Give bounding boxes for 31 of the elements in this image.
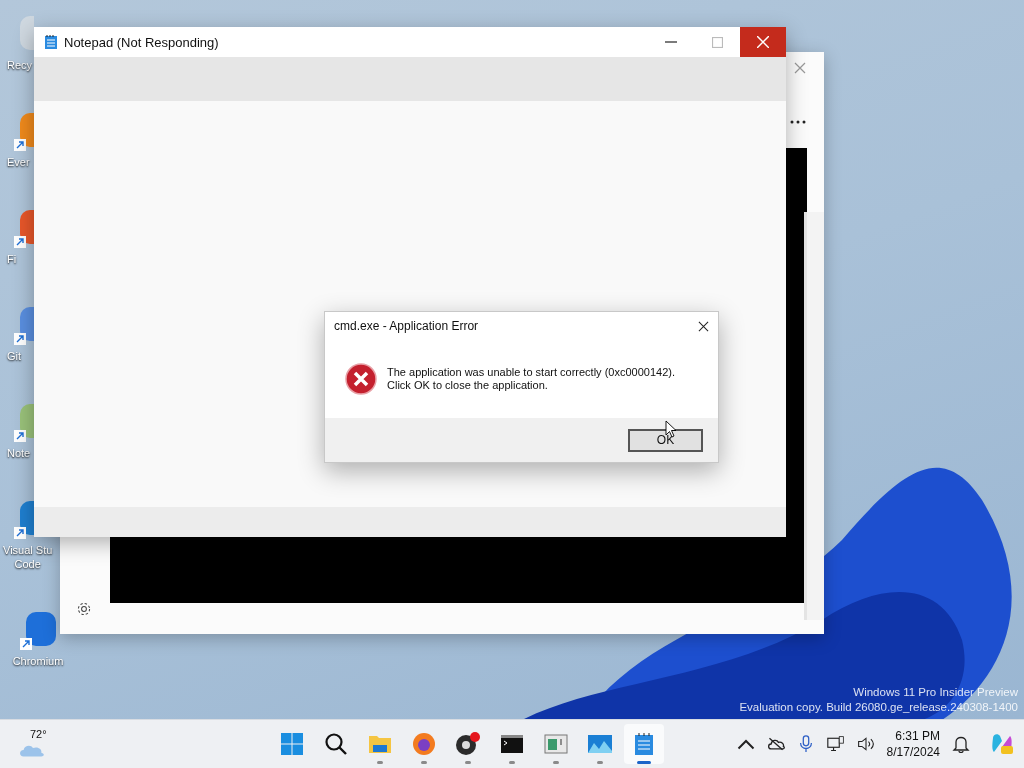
- close-icon: [757, 36, 769, 48]
- dialog-title: cmd.exe - Application Error: [334, 319, 479, 333]
- error-icon: [345, 363, 377, 395]
- desktop-icon-label[interactable]: Chromium: [12, 654, 64, 668]
- notepad-icon: [44, 34, 58, 50]
- settings-icon[interactable]: [76, 601, 92, 617]
- desktop-icon-label[interactable]: Fi: [7, 252, 17, 266]
- speaker-icon[interactable]: [856, 735, 875, 753]
- watermark-text: Windows 11 Pro Insider Preview: [853, 685, 1018, 700]
- desktop-icon-label[interactable]: Ever: [7, 155, 30, 169]
- more-icon[interactable]: [790, 120, 806, 124]
- scrollbar[interactable]: [804, 212, 824, 620]
- error-message: The application was unable to start correctly (0xc0000142). Click OK to close the application.: [387, 366, 675, 392]
- close-button[interactable]: [740, 27, 786, 57]
- maximize-icon: [711, 36, 723, 48]
- clock-time[interactable]: 6:31 PM: [895, 728, 940, 744]
- network-icon[interactable]: [826, 735, 845, 753]
- desktop-icon-label[interactable]: Visual Stu Code: [3, 543, 53, 571]
- ok-button[interactable]: OK: [628, 428, 703, 452]
- temperature-text[interactable]: 72°: [30, 728, 47, 740]
- desktop-icon-label[interactable]: Note: [7, 446, 31, 460]
- desktop-icon-label[interactable]: Git: [7, 349, 22, 363]
- cloud-off-icon[interactable]: [766, 735, 785, 753]
- window-title: Notepad (Not Responding): [64, 34, 220, 50]
- chromium-app-icon[interactable]: [18, 610, 58, 650]
- close-icon[interactable]: [698, 320, 709, 332]
- copilot-icon[interactable]: [990, 732, 1014, 756]
- notification-bell-icon[interactable]: [952, 735, 970, 753]
- clock-date[interactable]: 8/17/2024: [886, 744, 940, 760]
- desktop-icon-label[interactable]: Recy: [7, 58, 33, 72]
- notepad-icon[interactable]: [624, 724, 664, 764]
